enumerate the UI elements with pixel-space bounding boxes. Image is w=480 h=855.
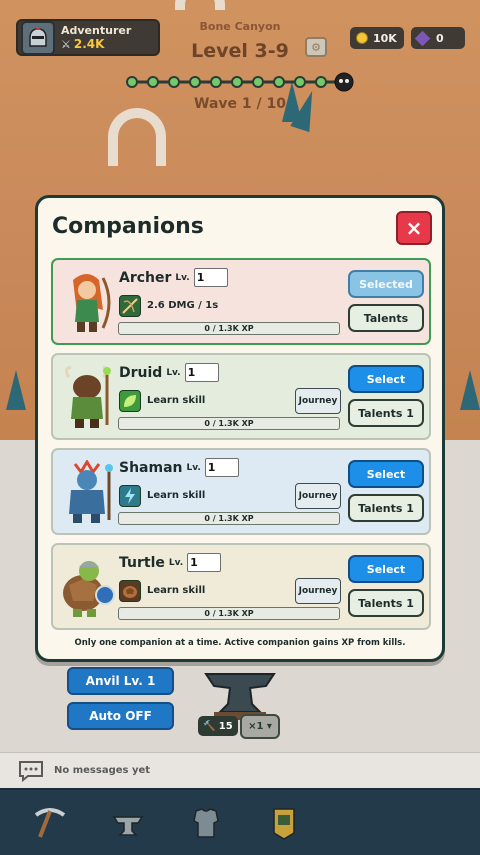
select-button[interactable]: Select <box>348 460 424 488</box>
companion-header: Turtle Lv. <box>119 553 222 572</box>
level-label: Lv. <box>175 272 190 283</box>
xp-text: 0 / 1.3K XP <box>204 609 254 618</box>
skill-text: 2.6 DMG / 1s <box>147 300 219 311</box>
level-input[interactable] <box>204 458 239 477</box>
level-input[interactable] <box>193 268 228 287</box>
companion-header: Druid Lv. <box>119 363 219 382</box>
xp-bar: 0 / 1.3K XP <box>118 512 340 525</box>
selected-button[interactable]: Selected <box>348 270 424 298</box>
level-input[interactable] <box>184 363 219 382</box>
skill-text: Learn skill <box>147 395 206 406</box>
skill-text: Learn skill <box>147 490 206 501</box>
modal-footnote: Only one companion at a time. Active com… <box>74 638 406 648</box>
companion-card-shaman: Shaman Lv. Learn skill Journey 0 / 1.3K … <box>51 448 431 535</box>
turtle-portrait <box>63 561 115 617</box>
talents-button[interactable]: Talents 1 <box>348 399 424 427</box>
close-button[interactable]: × <box>396 211 432 245</box>
companion-card-druid: Druid Lv. Learn skill Journey 0 / 1.3K X… <box>51 353 431 440</box>
bow-skill-icon <box>119 295 141 317</box>
xp-bar: 0 / 1.3K XP <box>118 322 340 335</box>
companion-card-archer: Archer Lv. 2.6 DMG / 1s 0 / 1.3K XP Sele… <box>51 258 431 345</box>
xp-bar: 0 / 1.3K XP <box>118 417 340 430</box>
talents-button[interactable]: Talents <box>348 304 424 332</box>
level-label: Lv. <box>186 462 201 473</box>
talents-button[interactable]: Talents 1 <box>348 494 424 522</box>
level-input[interactable] <box>187 553 222 572</box>
level-label: Lv. <box>166 367 181 378</box>
archer-portrait <box>73 274 111 332</box>
shaman-portrait <box>69 460 113 523</box>
companion-card-turtle: Turtle Lv. Learn skill Journey 0 / 1.3K … <box>51 543 431 630</box>
companion-name: Shaman <box>119 459 183 476</box>
companion-header: Archer Lv. <box>119 268 228 287</box>
leaf-skill-icon <box>119 390 141 412</box>
select-button[interactable]: Select <box>348 365 424 393</box>
select-button[interactable]: Select <box>348 555 424 583</box>
xp-bar: 0 / 1.3K XP <box>118 607 340 620</box>
companion-name: Turtle <box>119 554 165 571</box>
talents-button[interactable]: Talents 1 <box>348 589 424 617</box>
companion-name: Druid <box>119 364 163 381</box>
xp-text: 0 / 1.3K XP <box>204 324 254 333</box>
journey-button[interactable]: Journey <box>295 483 341 509</box>
xp-text: 0 / 1.3K XP <box>204 419 254 428</box>
skill-text: Learn skill <box>147 585 206 596</box>
journey-button[interactable]: Journey <box>295 388 341 414</box>
companions-modal: Companions × Archer Lv. 2.6 DMG / 1s 0 /… <box>35 195 445 662</box>
modal-title: Companions <box>52 214 204 239</box>
level-label: Lv. <box>168 557 184 568</box>
companion-name: Archer <box>119 269 172 286</box>
druid-portrait <box>64 365 111 428</box>
xp-text: 0 / 1.3K XP <box>204 514 254 523</box>
companion-header: Shaman Lv. <box>119 458 239 477</box>
lightning-skill-icon <box>119 485 141 507</box>
journey-button[interactable]: Journey <box>295 578 341 604</box>
shell-skill-icon <box>119 580 141 602</box>
